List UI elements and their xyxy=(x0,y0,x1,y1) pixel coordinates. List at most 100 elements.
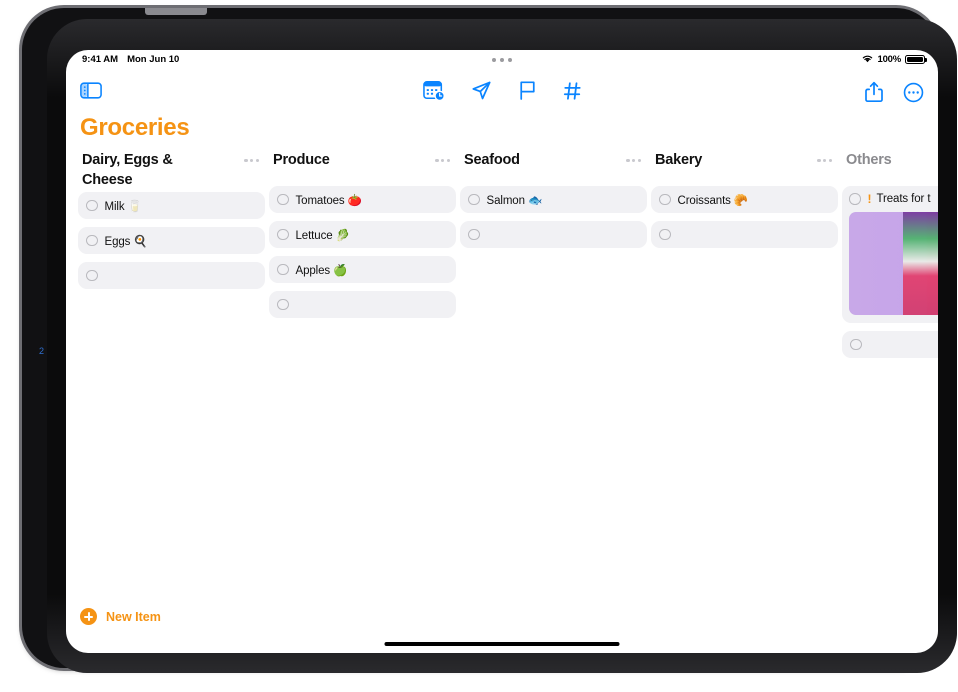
list-item-empty[interactable] xyxy=(651,221,838,248)
column-title: Seafood xyxy=(464,152,520,168)
column-title: Others xyxy=(846,152,892,168)
checkbox-circle-icon[interactable] xyxy=(277,263,289,276)
column-header: Seafood xyxy=(460,150,647,184)
status-bar: 9:41 AM Mon Jun 10 100% xyxy=(66,50,938,70)
calendar-schedule-icon[interactable] xyxy=(422,80,445,106)
list-item-empty[interactable] xyxy=(269,291,456,318)
checkbox-circle-icon[interactable] xyxy=(86,234,98,247)
list-item[interactable]: Salmon 🐟 xyxy=(460,186,647,213)
list-item-label: Treats for t xyxy=(876,193,931,205)
list-item-empty[interactable] xyxy=(78,262,265,289)
list-item-row: ! Treats for t xyxy=(849,192,938,206)
add-circle-icon xyxy=(80,608,97,625)
handle-dot xyxy=(492,58,496,62)
new-item-label: New Item xyxy=(106,609,161,624)
checkbox-circle-icon[interactable] xyxy=(86,199,98,212)
status-time: 9:41 AM xyxy=(82,54,119,65)
list-item-label: Croissants 🥐 xyxy=(677,194,749,207)
column-cards: Croissants 🥐 xyxy=(651,186,838,248)
board-column: Bakery Croissants 🥐 xyxy=(649,150,840,605)
list-item[interactable]: ! Treats for t xyxy=(842,186,938,323)
share-icon[interactable] xyxy=(865,81,883,108)
list-item-row: Eggs 🍳 xyxy=(86,234,257,248)
board-columns: Dairy, Eggs & Cheese Milk 🥛 Eggs 🍳 Produce T… xyxy=(66,150,938,605)
checkbox-circle-icon[interactable] xyxy=(86,269,98,282)
list-item-empty[interactable] xyxy=(842,331,938,358)
list-item[interactable]: Lettuce 🥬 xyxy=(269,221,456,248)
checkbox-circle-icon[interactable] xyxy=(468,228,480,241)
checkbox-circle-icon[interactable] xyxy=(849,193,861,205)
attachment-image[interactable] xyxy=(849,212,938,315)
checkbox-circle-icon[interactable] xyxy=(659,193,671,206)
list-item-row: Tomatoes 🍅 xyxy=(277,193,448,207)
column-menu-ellipsis-icon[interactable] xyxy=(626,159,641,163)
tag-hash-icon[interactable] xyxy=(563,81,582,106)
column-title: Dairy, Eggs & Cheese xyxy=(82,152,173,188)
list-item-row xyxy=(277,298,448,311)
column-menu-ellipsis-icon[interactable] xyxy=(817,159,832,163)
column-header: Produce xyxy=(269,150,456,184)
list-item-row: Apples 🍏 xyxy=(277,263,448,277)
new-item-button[interactable]: New Item xyxy=(80,608,161,625)
checkbox-circle-icon[interactable] xyxy=(277,228,289,241)
column-menu-ellipsis-icon[interactable] xyxy=(244,159,259,163)
location-send-icon[interactable] xyxy=(471,80,492,106)
toolbar-center-actions xyxy=(66,80,938,106)
board-column: Dairy, Eggs & Cheese Milk 🥛 Eggs 🍳 xyxy=(76,150,267,605)
list-item-row xyxy=(86,269,257,282)
list-item[interactable]: Milk 🥛 xyxy=(78,192,265,219)
column-cards: Milk 🥛 Eggs 🍳 xyxy=(78,192,265,289)
list-item-label: Tomatoes 🍅 xyxy=(295,194,362,207)
handle-dot xyxy=(508,58,512,62)
list-item-label: Milk 🥛 xyxy=(104,200,142,213)
battery-percent: 100% xyxy=(877,54,902,65)
ipad-device-frame: 9:41 AM Mon Jun 10 100% Groceries Dairy,… xyxy=(22,8,957,673)
wifi-icon xyxy=(861,53,874,66)
list-item-row: Croissants 🥐 xyxy=(659,193,830,207)
battery-full-icon xyxy=(905,54,927,65)
column-title: Produce xyxy=(273,152,330,168)
list-item-row: Lettuce 🥬 xyxy=(277,228,448,242)
list-item-row xyxy=(468,228,639,241)
page-title: Groceries xyxy=(80,114,190,141)
home-indicator[interactable] xyxy=(384,641,620,646)
checkbox-circle-icon[interactable] xyxy=(659,228,671,241)
list-item-row xyxy=(850,338,938,351)
status-date: Mon Jun 10 xyxy=(127,54,180,65)
column-menu-ellipsis-icon[interactable] xyxy=(435,159,450,163)
column-header: Others xyxy=(842,150,938,184)
list-item-row: Milk 🥛 xyxy=(86,199,257,213)
board-column: Others! Treats for t xyxy=(840,150,938,605)
multitasking-handle-icon[interactable] xyxy=(492,58,512,62)
ipad-screen: 9:41 AM Mon Jun 10 100% Groceries Dairy,… xyxy=(66,50,938,653)
list-item-label: Apples 🍏 xyxy=(295,264,348,277)
column-cards: Tomatoes 🍅 Lettuce 🥬 Apples 🍏 xyxy=(269,186,456,318)
column-cards: ! Treats for t xyxy=(842,186,938,358)
device-antenna-nub xyxy=(145,8,207,15)
list-item-label: Lettuce 🥬 xyxy=(295,229,350,242)
board-column: Seafood Salmon 🐟 xyxy=(458,150,649,605)
column-cards: Salmon 🐟 xyxy=(460,186,647,248)
priority-badge: ! xyxy=(867,192,872,206)
more-options-icon[interactable] xyxy=(903,82,924,108)
list-item-row: Salmon 🐟 xyxy=(468,193,639,207)
toolbar-right-actions xyxy=(865,81,924,108)
checkbox-circle-icon[interactable] xyxy=(277,298,289,311)
status-bar-left: 9:41 AM Mon Jun 10 xyxy=(82,54,179,65)
column-title: Bakery xyxy=(655,152,703,168)
checkbox-circle-icon[interactable] xyxy=(468,193,480,206)
list-item[interactable]: Tomatoes 🍅 xyxy=(269,186,456,213)
flag-icon[interactable] xyxy=(518,80,537,106)
list-item[interactable]: Apples 🍏 xyxy=(269,256,456,283)
checkbox-circle-icon[interactable] xyxy=(277,193,289,206)
list-item-empty[interactable] xyxy=(460,221,647,248)
checkbox-circle-icon[interactable] xyxy=(850,338,862,351)
list-item[interactable]: Eggs 🍳 xyxy=(78,227,265,254)
list-item-label: Eggs 🍳 xyxy=(104,235,148,248)
list-item-label: Salmon 🐟 xyxy=(486,194,543,207)
app-toolbar xyxy=(66,70,938,118)
column-header: Dairy, Eggs & Cheese xyxy=(78,150,265,190)
board-column: Produce Tomatoes 🍅 Lettuce 🥬 Apples 🍏 xyxy=(267,150,458,605)
status-bar-right: 100% xyxy=(861,53,927,66)
list-item[interactable]: Croissants 🥐 xyxy=(651,186,838,213)
